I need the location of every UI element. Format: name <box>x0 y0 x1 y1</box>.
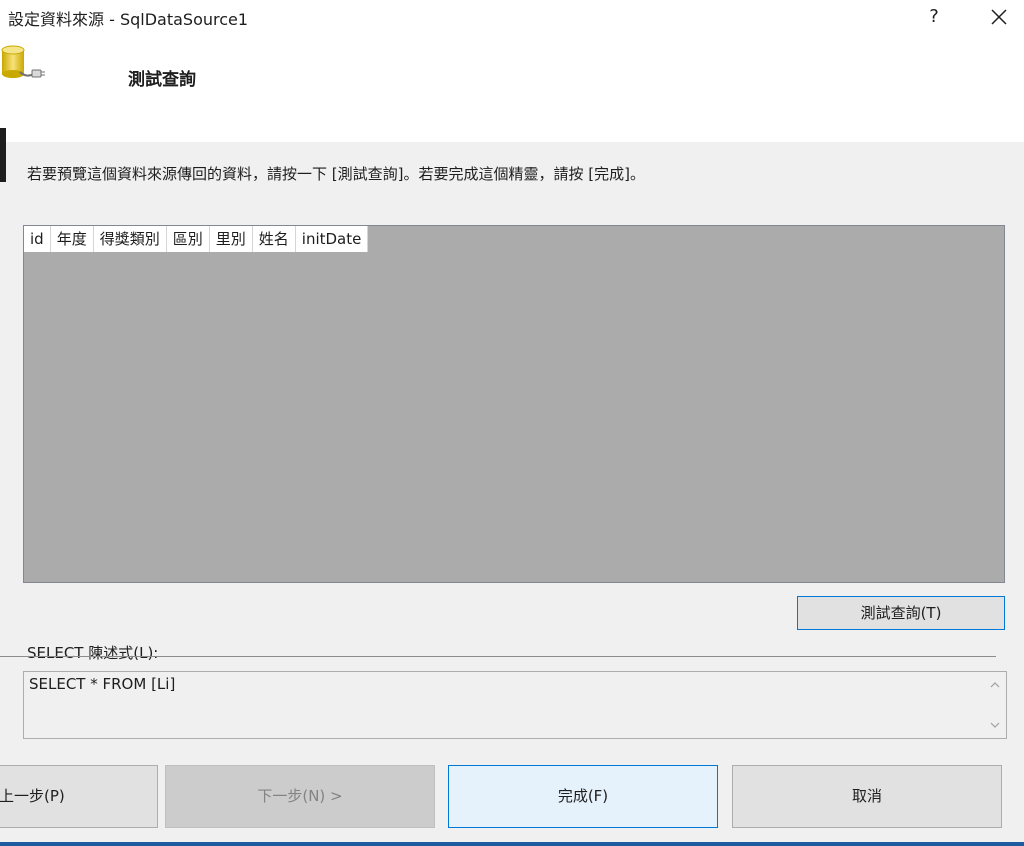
instruction-text: 若要預覽這個資料來源傳回的資料，請按一下 [測試查詢]。若要完成這個精靈，請按 … <box>27 165 645 183</box>
column-header-name[interactable]: 姓名 <box>253 226 296 252</box>
select-statement-label: SELECT 陳述式(L): <box>27 644 159 662</box>
column-header-district[interactable]: 區別 <box>167 226 210 252</box>
scroll-down-icon[interactable] <box>986 716 1004 734</box>
close-icon <box>991 9 1007 25</box>
window-title: 設定資料來源 - SqlDataSource1 <box>8 10 249 29</box>
results-grid[interactable]: id 年度 得獎類別 區別 里別 姓名 initDate <box>23 225 1005 583</box>
finish-button[interactable]: 完成(F) <box>448 765 718 828</box>
next-button[interactable]: 下一步(N) > <box>165 765 435 828</box>
test-query-button[interactable]: 測試查詢(T) <box>797 596 1005 630</box>
select-statement-text: SELECT * FROM [Li] <box>29 675 176 693</box>
dialog-window: 設定資料來源 - SqlDataSource1 ? 測試查詢 若要預覽這個資料來… <box>0 0 1024 846</box>
taskbar-edge <box>0 842 1024 846</box>
column-header-initdate[interactable]: initDate <box>296 226 369 252</box>
title-bar: 設定資料來源 - SqlDataSource1 ? <box>0 0 1024 34</box>
close-button[interactable] <box>984 2 1014 32</box>
database-icon <box>1 45 45 78</box>
cancel-button[interactable]: 取消 <box>732 765 1002 828</box>
column-header-award-category[interactable]: 得獎類別 <box>94 226 167 252</box>
help-button[interactable]: ? <box>920 2 948 32</box>
section-divider <box>0 656 996 657</box>
column-header-id[interactable]: id <box>24 226 51 252</box>
left-accent-bar <box>0 128 6 182</box>
page-title: 測試查詢 <box>128 70 196 90</box>
wizard-header: 測試查詢 <box>0 34 1024 142</box>
scroll-up-icon[interactable] <box>986 676 1004 694</box>
select-statement-textbox[interactable]: SELECT * FROM [Li] <box>23 671 1007 739</box>
grid-header-row: id 年度 得獎類別 區別 里別 姓名 initDate <box>24 226 369 252</box>
column-header-village[interactable]: 里別 <box>210 226 253 252</box>
column-header-year[interactable]: 年度 <box>51 226 94 252</box>
back-button[interactable]: 上一步(P) <box>0 765 158 828</box>
